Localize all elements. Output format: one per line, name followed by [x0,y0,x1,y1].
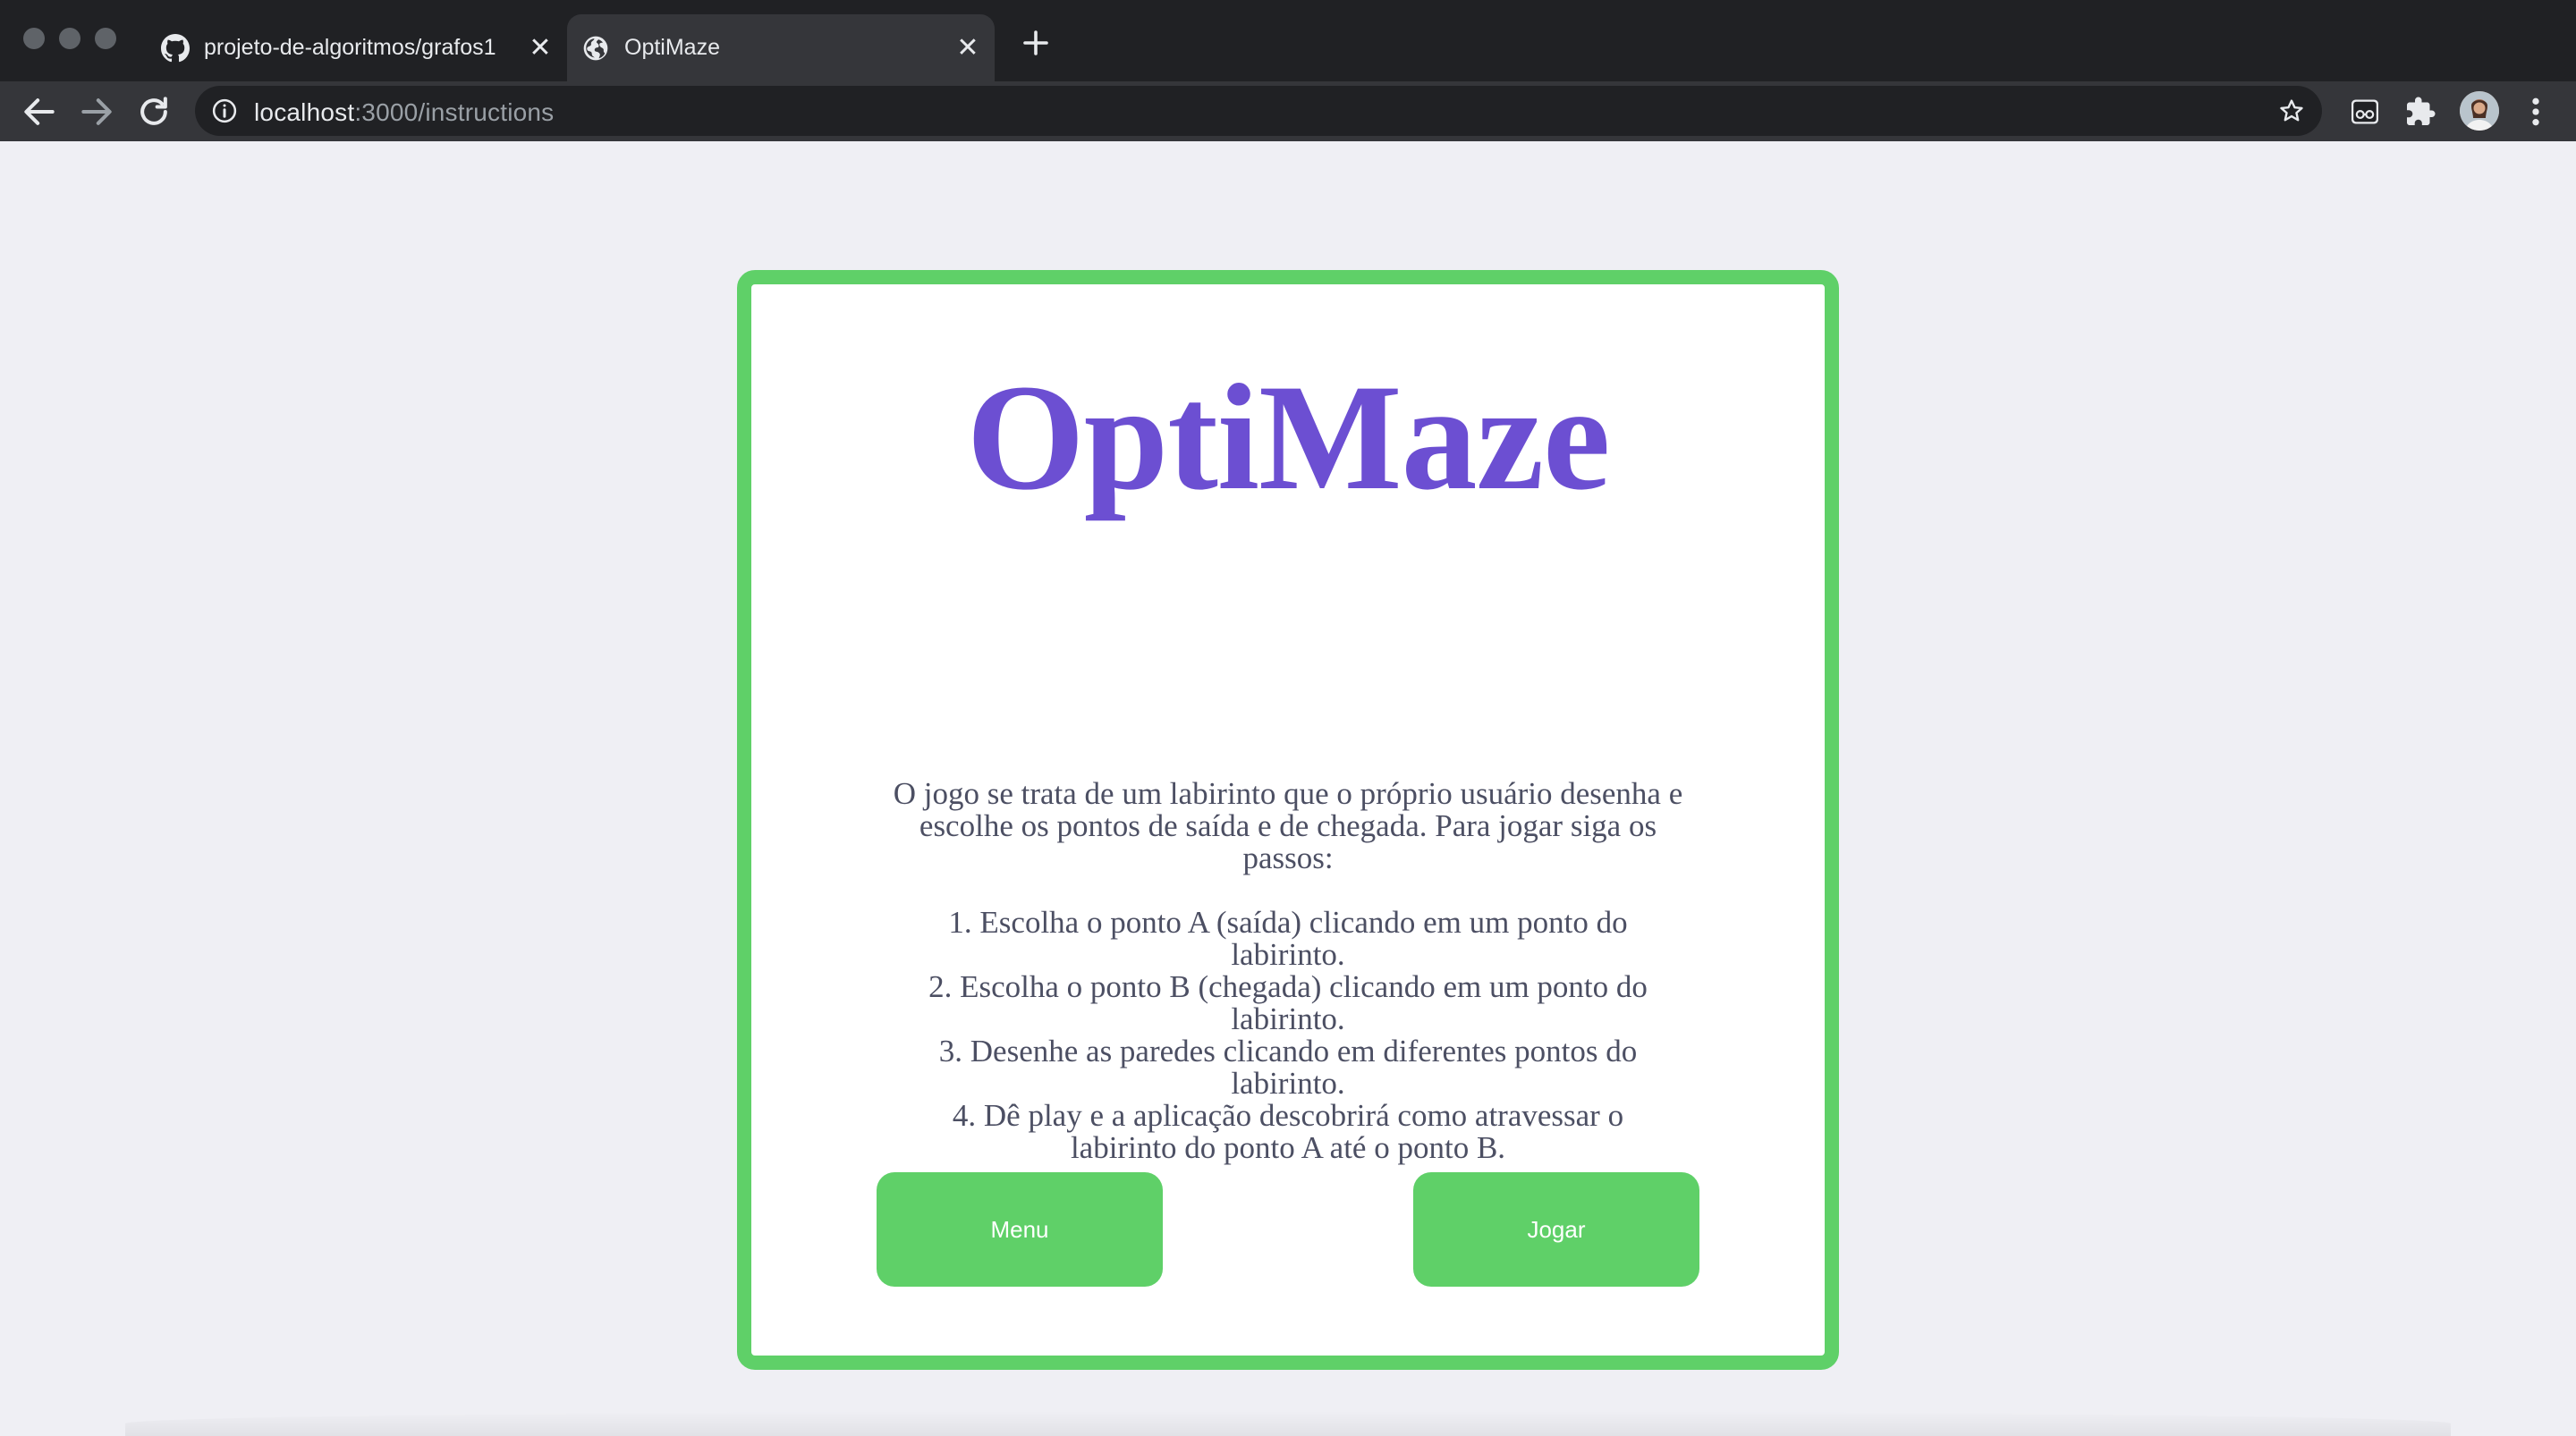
window-zoom-control[interactable] [95,28,116,49]
reload-icon[interactable] [134,92,174,131]
instructions-list: 1. Escolha o ponto A (saída) clicando em… [909,907,1667,1164]
page-viewport: OptiMaze O jogo se trata de um labirinto… [0,141,2576,1436]
tab-optimaze[interactable]: OptiMaze ✕ [567,14,995,81]
instructions-card: OptiMaze O jogo se trata de um labirinto… [737,270,1839,1370]
more-menu-icon[interactable] [2522,94,2549,130]
extensions-puzzle-icon[interactable] [2404,96,2436,128]
extension-glasses-icon[interactable] [2349,96,2381,128]
address-bar[interactable]: localhost:3000/instructions [195,86,2322,136]
bookmark-star-icon[interactable] [2277,97,2306,125]
window-close-control[interactable] [23,28,45,49]
instruction-step: 2. Escolha o ponto B (chegada) clicando … [928,969,1648,1036]
menu-button[interactable]: Menu [877,1172,1163,1287]
profile-avatar[interactable] [2460,91,2499,131]
forward-arrow-icon[interactable] [77,92,116,131]
page-title: OptiMaze [966,353,1611,521]
new-tab-icon[interactable] [1020,27,1052,59]
game-description: O jogo se trata de um labirinto que o pr… [893,776,1683,875]
close-icon[interactable]: ✕ [952,34,984,62]
back-arrow-icon[interactable] [20,92,59,131]
globe-icon [583,36,608,60]
github-icon [161,33,190,62]
close-icon[interactable]: ✕ [524,34,556,62]
bottom-shadow [125,1411,2451,1436]
tab-title: projeto-de-algoritmos/grafos1 [204,35,496,60]
instruction-step: 4. Dê play e a aplicação descobrirá como… [952,1098,1624,1165]
url-text[interactable]: localhost:3000/instructions [254,98,554,127]
tab-github[interactable]: projeto-de-algoritmos/grafos1 ✕ [147,14,567,81]
url-host: localhost [254,98,355,126]
tab-title: OptiMaze [624,35,720,60]
browser-toolbar: localhost:3000/instructions [0,81,2576,141]
window-minimize-control[interactable] [59,28,80,49]
instruction-step: 3. Desenhe as paredes clicando em difere… [938,1034,1638,1101]
url-path: :3000/instructions [354,98,555,126]
instruction-step: 1. Escolha o ponto A (saída) clicando em… [948,905,1628,972]
tab-strip: projeto-de-algoritmos/grafos1 ✕ OptiMaze… [0,0,2576,81]
info-icon[interactable] [211,97,238,124]
play-button[interactable]: Jogar [1413,1172,1699,1287]
avatar-icon [2460,91,2499,131]
